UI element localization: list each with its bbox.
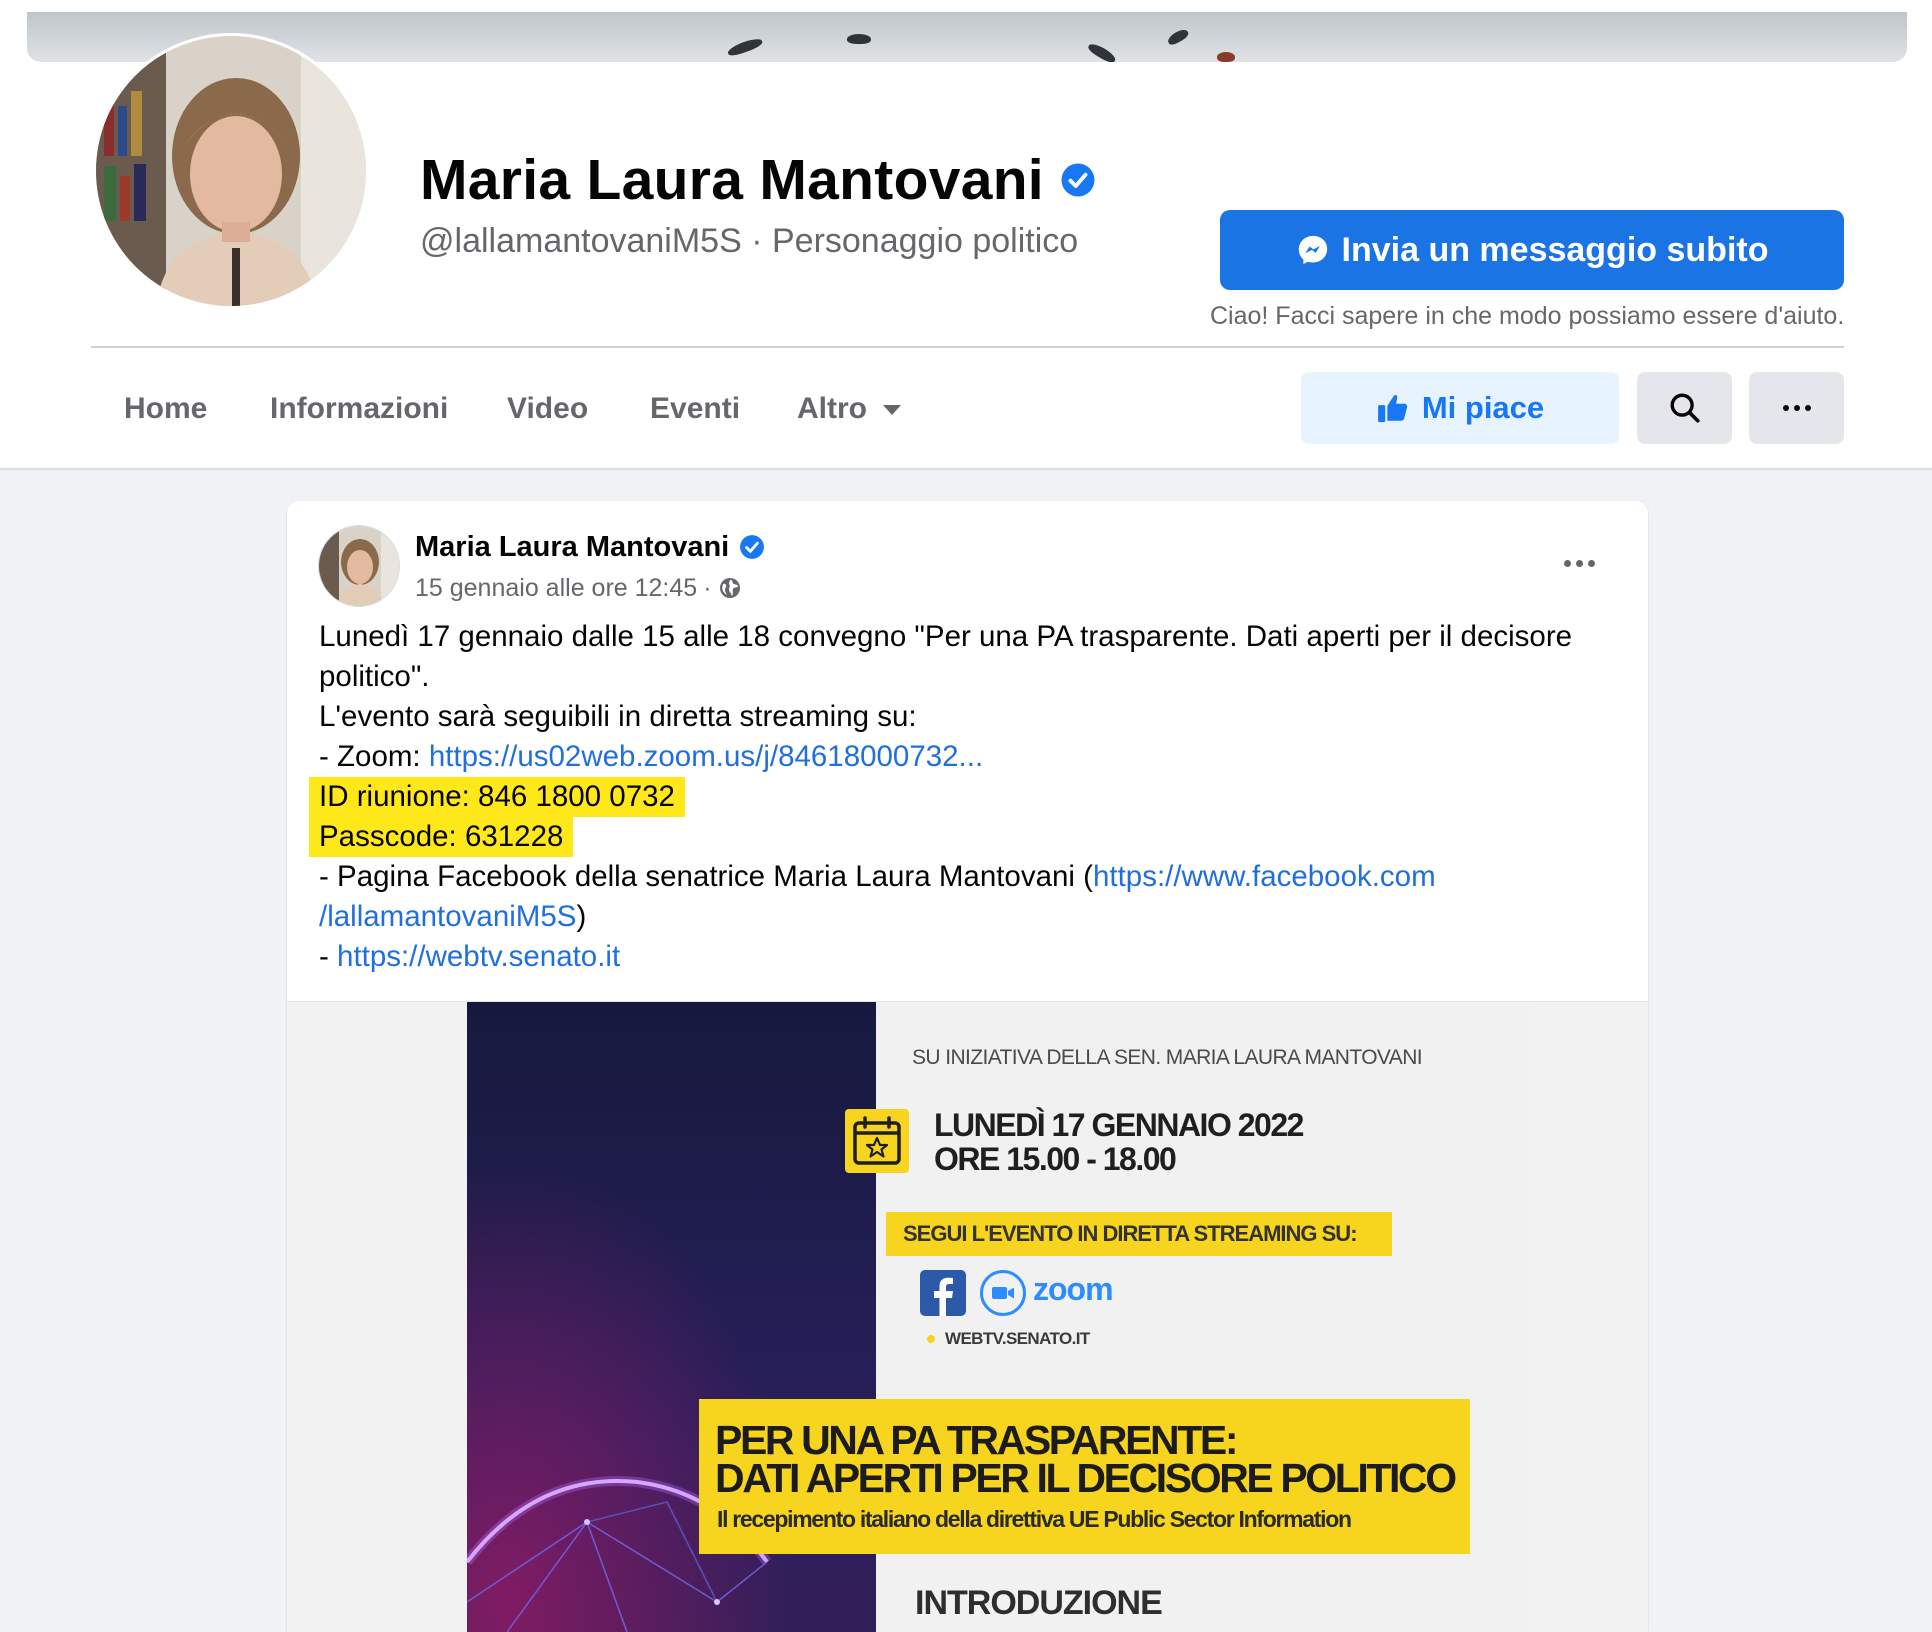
post-line-meeting-id: ID riunione: 846 1800 0732 [309, 777, 1619, 817]
message-hint: Ciao! Facci sapere in che modo possiamo … [1210, 302, 1845, 330]
post-line-zoom: - Zoom: https://us02web.zoom.us/j/846180… [319, 737, 1619, 777]
profile-photo [96, 36, 366, 306]
search-icon [1670, 393, 1700, 423]
flyer-title-line-2: DATI APERTI PER IL DECISORE POLITICO [715, 1455, 1457, 1501]
header-divider [91, 346, 1844, 348]
post-line-3: L'evento sarà seguibili in diretta strea… [319, 700, 917, 733]
flyer-subtitle: Il recepimento italiano della direttiva … [717, 1506, 1352, 1532]
flyer-introduction: INTRODUZIONE [915, 1584, 1163, 1622]
flyer-bullet [927, 1335, 935, 1343]
senato-prefix: - [319, 940, 338, 973]
post-author-name[interactable]: Maria Laura Mantovani [415, 531, 729, 564]
messenger-icon [1298, 235, 1327, 265]
cover-photo[interactable] [27, 12, 1907, 62]
tab-video[interactable]: Video [507, 386, 588, 432]
verified-badge-icon [1061, 163, 1095, 197]
zoom-link[interactable]: https://us02web.zoom.us/j/84618000732... [429, 740, 983, 773]
flyer-zoom-wordmark: zoom [1033, 1271, 1114, 1307]
meeting-id: ID riunione: 846 1800 0732 [309, 777, 685, 817]
flyer-date: LUNEDÌ 17 GENNAIO 2022 [934, 1107, 1304, 1143]
facebook-page: Maria Laura Mantovani @lallamantovaniM5S… [0, 0, 1932, 1632]
like-label: Mi piace [1421, 390, 1545, 425]
flyer-initiative: SU INIZIATIVA DELLA SEN. MARIA LAURA MAN… [912, 1046, 1423, 1069]
author-photo [319, 526, 399, 606]
tab-eventi[interactable]: Eventi [650, 386, 740, 432]
post-card: Maria Laura Mantovani 15 gennaio alle or… [287, 501, 1648, 1632]
profile-name-row: Maria Laura Mantovani [420, 148, 1096, 212]
meta-separator: · [703, 573, 712, 602]
profile-name: Maria Laura Mantovani [420, 148, 1044, 212]
send-message-button[interactable]: Invia un messaggio subito [1220, 210, 1844, 290]
flyer-time: ORE 15.00 - 18.00 [934, 1141, 1177, 1177]
calendar-icon [845, 1109, 909, 1173]
post-text: Lunedì 17 gennaio dalle 15 alle 18 conve… [309, 617, 1619, 977]
facebook-link-continued[interactable]: /lallamantovaniM5S [319, 900, 576, 933]
tab-altro[interactable]: Altro [797, 386, 901, 432]
post-options-button[interactable] [1551, 543, 1607, 583]
post-line-senato: - https://webtv.senato.it [319, 937, 1619, 977]
facebook-suffix: ) [576, 900, 587, 933]
flyer-web-address: WEBTV.SENATO.IT [945, 1329, 1090, 1348]
profile-header: Maria Laura Mantovani @lallamantovaniM5S… [0, 0, 1932, 470]
send-message-label: Invia un messaggio subito [1341, 230, 1769, 269]
like-button[interactable]: Mi piace [1301, 372, 1619, 444]
post-line-1: Lunedì 17 gennaio dalle 15 alle 18 conve… [319, 620, 1573, 653]
profile-avatar[interactable] [96, 36, 366, 306]
post-line-facebook-cont: /lallamantovaniM5S) [319, 897, 1619, 937]
zoom-prefix: - Zoom: [319, 740, 429, 773]
thumbs-up-icon [1377, 395, 1407, 423]
verified-badge-icon [740, 535, 765, 559]
post-timestamp[interactable]: 15 gennaio alle ore 12:45 [415, 574, 697, 603]
post-author-row: Maria Laura Mantovani [415, 527, 765, 567]
post-image[interactable]: SU INIZIATIVA DELLA SEN. MARIA LAURA MAN… [287, 1002, 1648, 1632]
more-dots-icon [1563, 559, 1595, 567]
post-meta: 15 gennaio alle ore 12:45 · [415, 571, 742, 605]
post-line-passcode: Passcode: 631228 [309, 817, 1619, 857]
flyer-stream-label: SEGUI L'EVENTO IN DIRETTA STREAMING SU: [903, 1221, 1358, 1246]
zoom-camera-icon [980, 1270, 1026, 1316]
tab-home[interactable]: Home [124, 386, 207, 432]
tab-informazioni[interactable]: Informazioni [270, 386, 448, 432]
facebook-icon [920, 1270, 966, 1316]
profile-handle-category: @lallamantovaniM5S · Personaggio politic… [420, 222, 1079, 260]
event-flyer: SU INIZIATIVA DELLA SEN. MARIA LAURA MAN… [467, 1002, 1530, 1632]
tab-altro-label: Altro [797, 392, 867, 425]
post-line-2: politico". [319, 660, 430, 693]
post-author-avatar[interactable] [318, 525, 400, 607]
search-button[interactable] [1637, 372, 1732, 444]
flyer-title-line-1: PER UNA PA TRASPARENTE: [715, 1417, 1239, 1463]
caret-down-icon [883, 405, 901, 416]
facebook-link[interactable]: https://www.facebook.com [1093, 860, 1436, 893]
facebook-prefix: - Pagina Facebook della senatrice Maria … [319, 860, 1093, 893]
more-dots-icon [1782, 405, 1811, 411]
post-line-facebook: - Pagina Facebook della senatrice Maria … [319, 857, 1619, 897]
passcode: Passcode: 631228 [309, 817, 574, 857]
more-options-button[interactable] [1749, 372, 1844, 444]
globe-icon [719, 578, 740, 598]
senato-link[interactable]: https://webtv.senato.it [337, 940, 620, 973]
